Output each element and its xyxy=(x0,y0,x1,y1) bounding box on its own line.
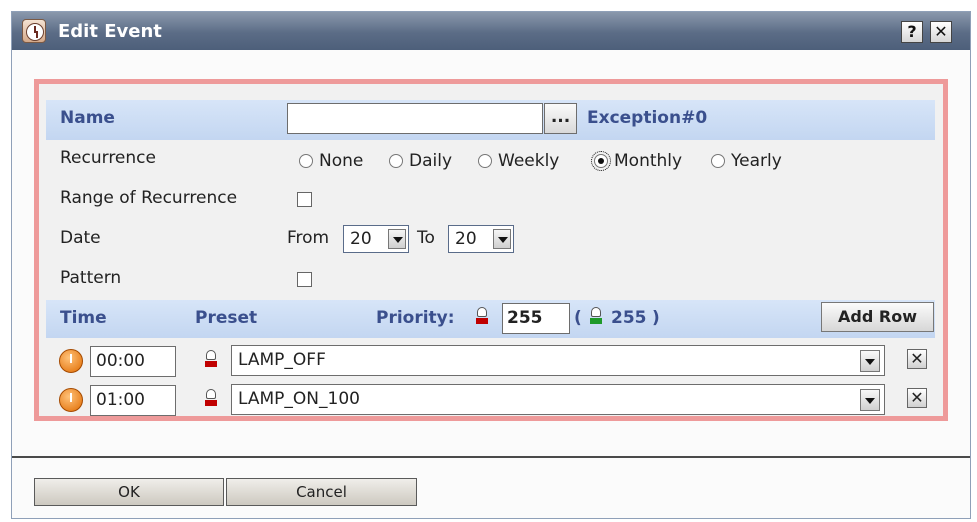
priority-input[interactable]: 255 xyxy=(502,303,570,334)
radio-daily-label: Daily xyxy=(409,151,453,171)
preset-value: LAMP_OFF xyxy=(238,350,326,370)
priority-effective: 255 xyxy=(611,308,647,328)
radio-weekly-label: Weekly xyxy=(498,151,560,171)
dialog-title: Edit Event xyxy=(58,21,162,42)
title-bar[interactable]: Edit Event ? ✕ xyxy=(12,12,970,50)
range-checkbox[interactable] xyxy=(297,192,312,207)
lamp-off-icon xyxy=(475,307,489,325)
delete-row-button[interactable]: ✕ xyxy=(907,388,927,408)
schedule-row: 01:00 LAMP_ON_100 ✕ xyxy=(46,381,935,419)
recurrence-row: Recurrence None Daily Weekly Monthly Yea… xyxy=(46,140,935,180)
radio-weekly-button[interactable] xyxy=(478,154,492,168)
schedule-header: Time Preset Priority: 255 ( 255 ) Add Ro… xyxy=(46,300,935,338)
edit-event-dialog: Edit Event ? ✕ Name ... Exception#0 Recu… xyxy=(11,11,971,519)
lamp-off-icon xyxy=(204,389,218,407)
from-value: 20 xyxy=(350,229,372,249)
preset-select[interactable]: LAMP_ON_100 xyxy=(231,384,885,415)
close-button[interactable]: ✕ xyxy=(930,21,952,43)
chevron-down-icon[interactable] xyxy=(860,350,880,372)
delete-row-button[interactable]: ✕ xyxy=(907,349,927,369)
preset-value: LAMP_ON_100 xyxy=(238,389,360,409)
time-header: Time xyxy=(60,308,107,328)
recurrence-label: Recurrence xyxy=(60,148,156,168)
date-row: Date From 20 To 20 xyxy=(46,220,935,260)
name-label: Name xyxy=(60,108,115,128)
footer-divider xyxy=(12,456,970,458)
priority-header: Priority: xyxy=(376,308,455,328)
range-row: Range of Recurrence xyxy=(46,180,935,220)
ok-button[interactable]: OK xyxy=(34,478,224,506)
event-form: Name ... Exception#0 Recurrence None Dai… xyxy=(34,79,948,421)
add-row-button[interactable]: Add Row xyxy=(821,302,934,332)
paren-close: ) xyxy=(652,308,660,328)
pattern-label: Pattern xyxy=(60,268,122,288)
clock-icon[interactable] xyxy=(59,388,83,412)
to-label: To xyxy=(417,228,435,248)
lamp-off-icon xyxy=(204,350,218,368)
to-value: 20 xyxy=(455,229,477,249)
preset-header: Preset xyxy=(195,308,258,328)
radio-daily-button[interactable] xyxy=(389,154,403,168)
time-input[interactable]: 01:00 xyxy=(90,385,176,416)
radio-none-button[interactable] xyxy=(299,154,313,168)
radio-yearly-button[interactable] xyxy=(711,154,725,168)
from-select[interactable]: 20 xyxy=(343,225,409,253)
from-label: From xyxy=(287,228,330,248)
radio-none-label: None xyxy=(319,151,364,171)
radio-none[interactable]: None xyxy=(299,151,363,171)
exception-label: Exception#0 xyxy=(587,108,708,128)
radio-daily[interactable]: Daily xyxy=(389,151,452,171)
chevron-down-icon[interactable] xyxy=(493,229,511,249)
name-row: Name ... Exception#0 xyxy=(46,100,935,140)
to-select[interactable]: 20 xyxy=(448,225,514,253)
date-label: Date xyxy=(60,228,101,248)
pattern-checkbox[interactable] xyxy=(297,272,312,287)
radio-yearly-label: Yearly xyxy=(731,151,782,171)
preset-select[interactable]: LAMP_OFF xyxy=(231,345,885,376)
radio-yearly[interactable]: Yearly xyxy=(711,151,782,171)
chevron-down-icon[interactable] xyxy=(388,229,406,249)
clock-icon[interactable] xyxy=(59,349,83,373)
cancel-button[interactable]: Cancel xyxy=(226,478,417,506)
clock-icon xyxy=(22,19,46,43)
radio-monthly[interactable]: Monthly xyxy=(591,151,683,171)
schedule-row: 00:00 LAMP_OFF ✕ xyxy=(46,342,935,380)
range-label: Range of Recurrence xyxy=(60,188,238,208)
chevron-down-icon[interactable] xyxy=(860,389,880,411)
radio-weekly[interactable]: Weekly xyxy=(478,151,559,171)
radio-monthly-button[interactable] xyxy=(591,151,611,171)
pattern-row: Pattern xyxy=(46,260,935,300)
radio-monthly-label: Monthly xyxy=(614,151,683,171)
browse-button[interactable]: ... xyxy=(544,103,577,134)
lamp-on-icon xyxy=(589,307,603,325)
name-input[interactable] xyxy=(287,103,543,134)
help-button[interactable]: ? xyxy=(901,21,923,43)
paren-open: ( xyxy=(574,308,582,328)
time-input[interactable]: 00:00 xyxy=(90,346,176,377)
